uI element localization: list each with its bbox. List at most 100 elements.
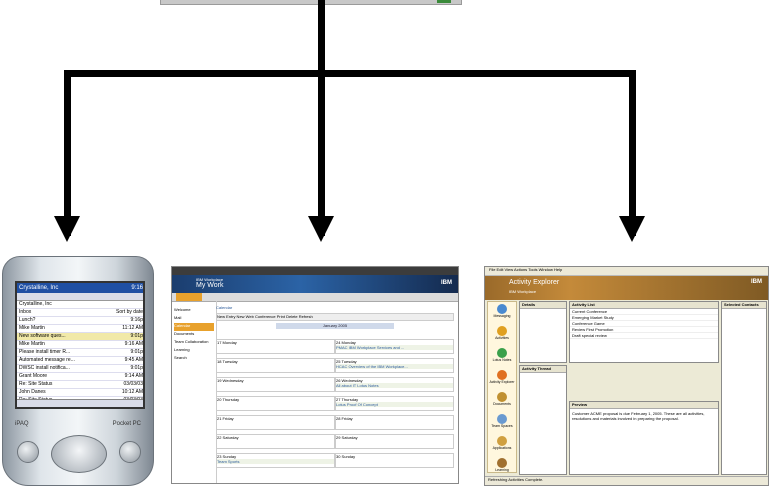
pda-title: Crystalline, Inc — [19, 285, 59, 291]
day-label: 20 Thursday — [217, 397, 240, 402]
nav-item[interactable]: Team Collaboration — [174, 339, 214, 347]
pda-navigation-pad[interactable] — [51, 435, 107, 473]
sidebar-label: Activity Explorer — [489, 380, 515, 384]
day-label: 17 Monday — [217, 340, 237, 345]
message-row[interactable]: John Danes 10:12 AM — [17, 389, 143, 397]
message-row[interactable]: Automated message re... 9:45 AM — [17, 357, 143, 365]
nav-item[interactable]: Learning — [174, 347, 214, 355]
message-row[interactable]: Please install timer R... 9:01p — [17, 349, 143, 357]
status-bar: Refreshing Activities Complete. — [485, 476, 768, 485]
calendar-day[interactable]: 19 Wednesday — [216, 377, 335, 392]
nav-item[interactable]: Documents — [174, 331, 214, 339]
calendar-day[interactable]: 26 Wednesday All about IT Lotus Notes — [335, 377, 454, 392]
calendar-day[interactable]: 24 Monday PMAC IBM Workplace Services and… — [335, 339, 454, 354]
pda-left-button[interactable] — [17, 441, 39, 463]
activity-list: Current Conference Emerging Market Study C… — [570, 309, 718, 339]
pda-right-button[interactable] — [119, 441, 141, 463]
message-time: 9:14 AM — [124, 373, 143, 379]
sidebar-item[interactable]: Applications — [488, 436, 516, 456]
nav-item[interactable]: Search — [174, 355, 214, 363]
message-text: Grant Moore — [19, 373, 48, 379]
message-text: Please install timer R... — [19, 349, 71, 355]
sidebar-item[interactable]: Messaging — [488, 304, 516, 324]
sidebar-label: Activities — [495, 336, 509, 340]
message-row[interactable]: New software ques... 9:01p — [17, 333, 143, 341]
ibm-logo: IBM — [751, 279, 762, 285]
nav-item[interactable]: Calendar — [174, 323, 214, 331]
calendar-event[interactable]: PMAC IBM Workplace Services and ... — [336, 345, 453, 350]
calendar-day[interactable]: 28 Friday — [335, 415, 454, 430]
calendar-day[interactable]: 21 Friday — [216, 415, 335, 430]
browser-toolbar — [172, 267, 458, 275]
center-branch-line — [318, 70, 325, 236]
app-sidebar: Messaging Activities Lotus Notes Activity E… — [487, 301, 517, 473]
message-text: Mike Martin — [19, 325, 45, 331]
message-row[interactable]: Inbox Sort by date — [17, 309, 143, 317]
sidebar-item[interactable]: Documents — [488, 392, 516, 412]
message-text: Re: Site Status — [19, 381, 53, 387]
activity-list-panel: Activity List Current Conference Emerging… — [569, 301, 719, 363]
pda-body: Crystalline, Inc 9:16 Crystalline, Inc In… — [2, 256, 154, 486]
message-row[interactable]: Mike Martin 9:16 AM — [17, 341, 143, 349]
activity-row[interactable]: Draft special review — [570, 333, 718, 339]
calendar-actions[interactable]: New Entry New Web Conference Print Delet… — [216, 313, 454, 321]
sidebar-label: Team Spaces — [491, 424, 513, 428]
day-label: 22 Saturday — [217, 435, 239, 440]
message-text: Mike Martin — [19, 341, 45, 347]
status-indicator — [437, 0, 451, 3]
workplace-nav: Welcome Mail Calendar Documents Team Collabo… — [172, 301, 217, 483]
sidebar-item[interactable]: Lotus Notes — [488, 348, 516, 368]
contacts-header: Selected Contacts — [722, 302, 766, 309]
calendar-day[interactable]: 27 Thursday Lotus Proof Of Concept — [335, 396, 454, 411]
calendar-event[interactable]: HCAC Overview of the IBM Workplace... — [336, 364, 453, 369]
calendar-event[interactable]: All about IT Lotus Notes — [336, 383, 453, 388]
nav-item[interactable]: Welcome — [174, 307, 214, 315]
preview-panel: Preview Customer ACME proposal is due Fe… — [569, 401, 719, 475]
activity-list-header: Activity List — [570, 302, 718, 309]
sidebar-item[interactable]: Team Spaces — [488, 414, 516, 434]
message-row[interactable]: Lunch? 9:16p — [17, 317, 143, 325]
message-row[interactable]: Mike Martin 11:12 AM — [17, 325, 143, 333]
nav-item[interactable]: Mail — [174, 315, 214, 323]
calendar-day[interactable]: 17 Monday — [216, 339, 335, 354]
calendar-day[interactable]: 20 Thursday — [216, 396, 335, 411]
sidebar-icon — [497, 458, 507, 468]
sidebar-label: Learning — [495, 468, 509, 472]
sidebar-item[interactable]: Learning — [488, 458, 516, 478]
calendar-day[interactable]: 25 Tuesday HCAC Overview of the IBM Workp… — [335, 358, 454, 373]
sidebar-icon — [497, 392, 507, 402]
message-text: Lunch? — [19, 317, 36, 323]
calendar-event[interactable]: Team Sports — [217, 459, 334, 464]
sidebar-item[interactable]: Activities — [488, 326, 516, 346]
sidebar-label: Documents — [493, 402, 511, 406]
message-text: New software ques... — [19, 333, 66, 339]
calendar-event[interactable]: Lotus Proof Of Concept — [336, 402, 453, 407]
main-connector-line — [318, 0, 325, 74]
workplace-header: IBM Workplace My Work IBM — [172, 275, 458, 293]
right-arrowhead — [619, 216, 645, 242]
calendar-title: Calendar — [216, 305, 233, 310]
tab-active[interactable] — [176, 293, 202, 301]
day-label: 18 Tuesday — [217, 359, 238, 364]
day-label: 28 Friday — [336, 416, 353, 421]
ibm-logo: IBM — [441, 280, 452, 286]
message-row[interactable]: DWSC install notifica... 9:01p — [17, 365, 143, 373]
app-title: Activity Explorer — [509, 279, 560, 286]
calendar-day[interactable]: 18 Tuesday — [216, 358, 335, 373]
message-row[interactable]: Crystalline, Inc — [17, 301, 143, 309]
calendar-grid: 17 Monday 24 Monday PMAC IBM Workplace Ser… — [216, 339, 454, 483]
calendar-day[interactable]: 30 Sunday — [335, 453, 454, 468]
sidebar-item[interactable]: Activity Explorer — [488, 370, 516, 390]
sidebar-icon — [497, 326, 507, 336]
message-row[interactable]: Re: Site Status 03/03/03 — [17, 381, 143, 389]
calendar-day[interactable]: 29 Saturday — [335, 434, 454, 449]
menu-bar[interactable]: File Edit View Actions Tools Window Help — [485, 267, 768, 276]
activity-thread-panel: Activity Thread — [519, 365, 567, 475]
calendar-day[interactable]: 22 Saturday — [216, 434, 335, 449]
top-screenshot-fragment — [160, 0, 462, 5]
message-row[interactable]: Grant Moore 9:14 AM — [17, 373, 143, 381]
pda-toolbar — [17, 293, 143, 301]
calendar-day[interactable]: 23 Sunday Team Sports — [216, 453, 335, 468]
message-text: DWSC install notifica... — [19, 365, 70, 371]
workplace-calendar-screenshot: IBM Workplace My Work IBM Welcome Mail Cal… — [171, 266, 459, 484]
